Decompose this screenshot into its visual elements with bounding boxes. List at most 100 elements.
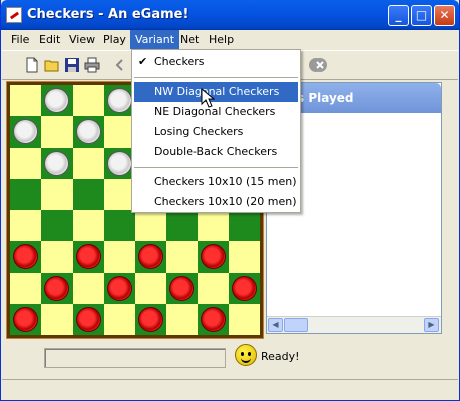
red-checker-piece[interactable] [75, 244, 101, 270]
red-checker-piece[interactable] [138, 306, 163, 332]
variant-dropdown-menu: ✔ Checkers NW Diagonal Checkers NE Diago… [131, 49, 301, 213]
board-square[interactable] [228, 303, 260, 335]
app-icon[interactable] [6, 7, 22, 23]
board-square[interactable] [72, 210, 104, 242]
new-file-icon[interactable] [24, 57, 40, 73]
board-square[interactable] [41, 147, 73, 179]
board-square[interactable] [41, 178, 73, 210]
board-square[interactable] [197, 210, 229, 242]
menu-edit[interactable]: Edit [34, 30, 65, 49]
menu-help[interactable]: Help [204, 30, 239, 49]
board-square[interactable] [103, 272, 135, 304]
white-checker-piece[interactable] [106, 88, 132, 113]
menu-bar: File Edit View Play Variant Net Help [2, 30, 458, 49]
board-square[interactable] [228, 272, 260, 304]
red-checker-piece[interactable] [75, 306, 101, 332]
board-square[interactable] [135, 241, 167, 273]
board-square[interactable] [135, 303, 167, 335]
board-square[interactable] [10, 210, 42, 242]
menu-separator [134, 77, 298, 78]
white-checker-piece[interactable] [13, 119, 38, 145]
board-square[interactable] [135, 210, 167, 242]
menu-item-nw-diagonal[interactable]: NW Diagonal Checkers [134, 82, 298, 102]
menu-item-checkers[interactable]: ✔ Checkers [134, 52, 298, 72]
menu-item-ne-diagonal[interactable]: NE Diagonal Checkers [134, 102, 298, 122]
scroll-thumb[interactable] [284, 318, 308, 332]
red-checker-piece[interactable] [169, 275, 195, 301]
menu-item-losing[interactable]: Losing Checkers [134, 122, 298, 142]
menu-item-double-back[interactable]: Double-Back Checkers [134, 142, 298, 162]
status-bar: Ready! [2, 338, 458, 378]
close-button[interactable]: ✕ [434, 5, 455, 26]
board-square[interactable] [72, 147, 104, 179]
board-square[interactable] [135, 272, 167, 304]
board-square[interactable] [228, 210, 260, 242]
menu-net[interactable]: Net [175, 30, 204, 49]
board-square[interactable] [41, 241, 73, 273]
menu-item-10x10-20[interactable]: Checkers 10x10 (20 men) [134, 192, 298, 212]
menu-item-10x10-15[interactable]: Checkers 10x10 (15 men) [134, 172, 298, 192]
menu-play[interactable]: Play [98, 30, 131, 49]
cancel-icon[interactable] [312, 57, 328, 73]
board-square[interactable] [10, 116, 42, 148]
board-square[interactable] [72, 116, 104, 148]
board-square[interactable] [10, 178, 42, 210]
menu-variant[interactable]: Variant [130, 30, 180, 49]
board-square[interactable] [103, 241, 135, 273]
title-bar[interactable]: Checkers - An eGame! _ □ ✕ [1, 0, 459, 30]
white-checker-piece[interactable] [44, 150, 70, 176]
red-checker-piece[interactable] [106, 275, 132, 301]
smiley-icon[interactable] [235, 344, 257, 366]
menu-file[interactable]: File [6, 30, 34, 49]
printer-icon[interactable] [84, 57, 100, 73]
board-square[interactable] [166, 241, 198, 273]
progress-bar [44, 348, 226, 368]
board-square[interactable] [197, 272, 229, 304]
scroll-left-button[interactable]: ◀ [268, 318, 283, 332]
white-checker-piece[interactable] [106, 150, 132, 176]
board-square[interactable] [41, 116, 73, 148]
red-checker-piece[interactable] [231, 275, 257, 301]
white-checker-piece[interactable] [44, 88, 70, 113]
board-square[interactable] [41, 272, 73, 304]
save-disk-icon[interactable] [64, 57, 80, 73]
red-checker-piece[interactable] [200, 244, 226, 270]
board-square[interactable] [41, 85, 73, 117]
bottom-bar [2, 379, 458, 400]
scroll-right-button[interactable]: ▶ [424, 318, 439, 332]
board-square[interactable] [197, 241, 229, 273]
board-square[interactable] [10, 147, 42, 179]
red-checker-piece[interactable] [138, 244, 163, 270]
board-square[interactable] [10, 241, 42, 273]
back-arrow-icon[interactable] [112, 57, 128, 73]
minimize-button[interactable]: _ [388, 5, 409, 26]
board-square[interactable] [10, 272, 42, 304]
board-square[interactable] [166, 303, 198, 335]
white-checker-piece[interactable] [75, 119, 101, 145]
board-square[interactable] [72, 178, 104, 210]
maximize-button[interactable]: □ [411, 5, 432, 26]
board-square[interactable] [103, 303, 135, 335]
board-square[interactable] [41, 303, 73, 335]
menu-separator [134, 167, 298, 168]
board-square[interactable] [72, 303, 104, 335]
board-square[interactable] [41, 210, 73, 242]
board-square[interactable] [166, 210, 198, 242]
board-square[interactable] [72, 85, 104, 117]
menu-view[interactable]: View [64, 30, 100, 49]
board-square[interactable] [10, 303, 42, 335]
red-checker-piece[interactable] [44, 275, 70, 301]
red-checker-piece[interactable] [13, 306, 38, 332]
horizontal-scrollbar[interactable]: ◀ ▶ [267, 316, 441, 333]
open-folder-icon[interactable] [44, 57, 60, 73]
board-square[interactable] [166, 272, 198, 304]
board-square[interactable] [103, 210, 135, 242]
menu-item-label: Checkers [154, 55, 205, 68]
board-square[interactable] [197, 303, 229, 335]
board-square[interactable] [10, 85, 42, 117]
board-square[interactable] [228, 241, 260, 273]
red-checker-piece[interactable] [13, 244, 38, 270]
red-checker-piece[interactable] [200, 306, 226, 332]
board-square[interactable] [72, 241, 104, 273]
board-square[interactable] [72, 272, 104, 304]
